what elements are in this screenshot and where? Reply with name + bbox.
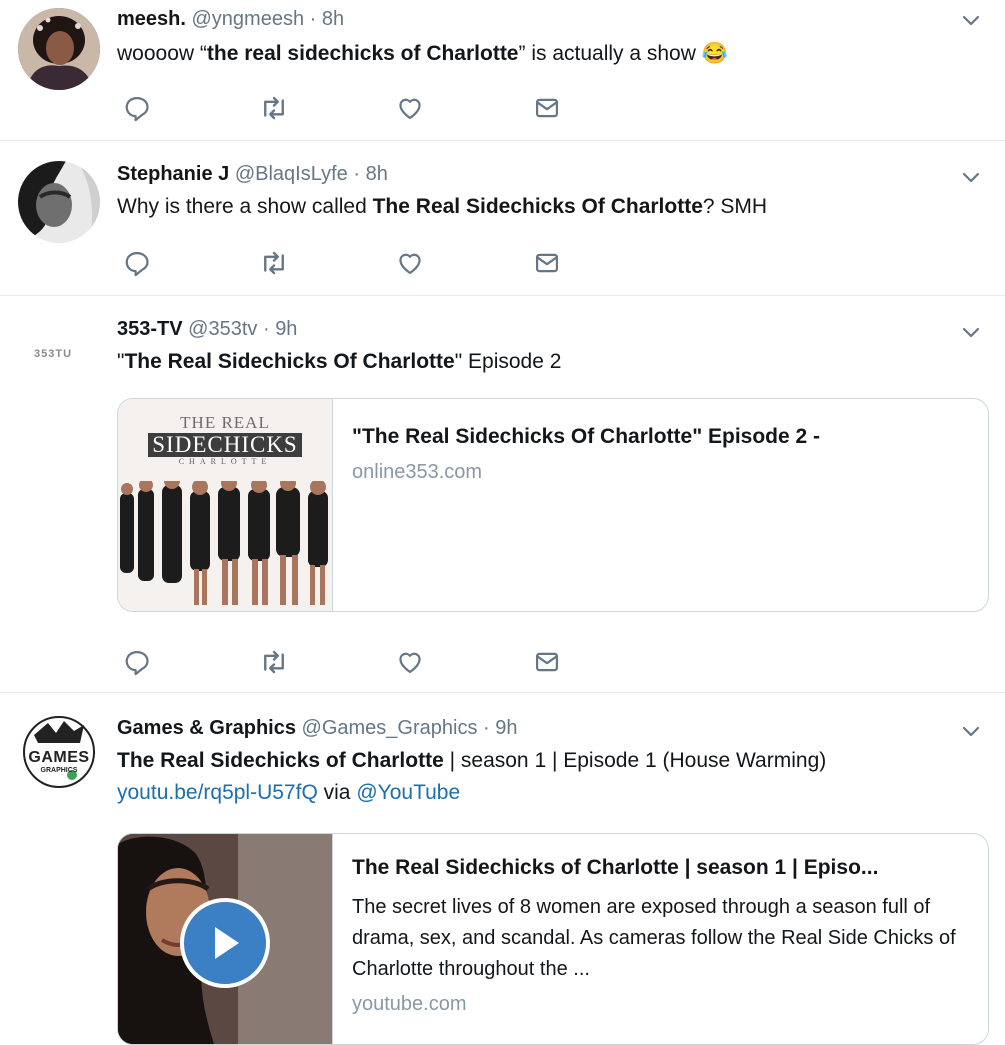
chevron-down-icon[interactable]: [959, 320, 983, 344]
tweet[interactable]: GAMES GRAPHICS Games & Graphics @Games_G…: [0, 693, 1005, 1045]
card-domain: youtube.com: [352, 993, 467, 1015]
tweet[interactable]: 353TU 353-TV @353tv · 9h "The Real Sidec…: [0, 296, 1005, 693]
separator-dot: ·: [353, 163, 361, 185]
tweet-text: The Real Sidechicks of Charlotte | seaso…: [117, 745, 985, 777]
avatar-text-graphics: GRAPHICS: [40, 767, 78, 774]
avatar[interactable]: GAMES GRAPHICS: [22, 715, 96, 789]
via-text: via: [317, 781, 357, 804]
chevron-down-icon[interactable]: [959, 719, 983, 743]
card-title[interactable]: The Real Sidechicks of Charlotte | seaso…: [352, 854, 968, 882]
envelope-icon[interactable]: [530, 247, 564, 279]
poster-title: THE REAL SIDECHICKS CHARLOTTE: [118, 413, 332, 466]
tweet-header: Games & Graphics @Games_Graphics · 9h: [117, 715, 985, 741]
tweet-text: "The Real Sidechicks Of Charlotte" Episo…: [117, 346, 985, 378]
envelope-icon[interactable]: [530, 92, 564, 124]
timestamp[interactable]: 8h: [366, 163, 388, 185]
avatar[interactable]: 353TU: [34, 348, 94, 368]
mention-link[interactable]: @YouTube: [356, 781, 460, 804]
tweet-actions: [120, 92, 580, 124]
video-card[interactable]: The Real Sidechicks of Charlotte | seaso…: [117, 833, 989, 1045]
tweet-text-bold: The Real Sidechicks Of Charlotte: [124, 350, 455, 373]
tweet-actions: [120, 247, 580, 279]
card-description: The secret lives of 8 women are exposed …: [352, 896, 956, 980]
play-icon: [215, 927, 239, 959]
tweet-text: Why is there a show called The Real Side…: [117, 191, 985, 223]
chevron-down-icon[interactable]: [959, 8, 983, 32]
cast-photo: [120, 481, 328, 605]
tweet-text-post: ? SMH: [702, 195, 768, 218]
tweet[interactable]: meesh. @yngmeesh · 8h woooow “the real s…: [0, 0, 1005, 141]
avatar[interactable]: [18, 8, 100, 90]
user-handle[interactable]: @353tv: [188, 318, 257, 340]
timestamp[interactable]: 8h: [322, 8, 344, 30]
reply-icon[interactable]: [120, 247, 154, 279]
tweet-text-post: " Episode 2: [454, 350, 562, 373]
play-button[interactable]: [180, 898, 270, 988]
retweet-icon[interactable]: [257, 646, 291, 678]
tweet-text-post: ” is actually a show: [518, 42, 696, 65]
avatar[interactable]: [18, 161, 100, 243]
display-name[interactable]: 353-TV: [117, 318, 183, 340]
separator-dot: ·: [262, 318, 270, 340]
envelope-icon[interactable]: [530, 646, 564, 678]
link-card[interactable]: THE REAL SIDECHICKS CHARLOTTE "The Real …: [117, 398, 989, 612]
tweet-header: 353-TV @353tv · 9h: [117, 316, 985, 342]
timestamp[interactable]: 9h: [275, 318, 297, 340]
separator-dot: ·: [309, 8, 317, 30]
timestamp[interactable]: 9h: [495, 717, 517, 739]
tweet-text-pre: woooow “: [117, 42, 207, 65]
tweet-link[interactable]: youtu.be/rq5pl-U57fQ: [117, 781, 318, 804]
card-domain: online353.com: [352, 461, 483, 483]
tweet-text-post: | season 1 | Episode 1 (House Warming): [443, 749, 827, 772]
display-name[interactable]: Stephanie J: [117, 163, 229, 185]
heart-icon[interactable]: [393, 92, 427, 124]
chevron-down-icon[interactable]: [959, 165, 983, 189]
poster-line-3: CHARLOTTE: [178, 457, 272, 466]
user-handle[interactable]: @BlaqIsLyfe: [235, 163, 348, 185]
tweet-text: woooow “the real sidechicks of Charlotte…: [117, 38, 985, 70]
poster-line-2: SIDECHICKS: [148, 433, 302, 457]
separator-dot: ·: [483, 717, 490, 739]
reply-icon[interactable]: [120, 646, 154, 678]
retweet-icon[interactable]: [257, 247, 291, 279]
tweet-text-pre: Why is there a show called: [117, 195, 373, 218]
avatar-photo: [18, 161, 100, 243]
card-image: THE REAL SIDECHICKS CHARLOTTE: [118, 399, 333, 611]
tweet-text-bold: The Real Sidechicks Of Charlotte: [372, 195, 703, 218]
heart-icon[interactable]: [393, 646, 427, 678]
user-handle[interactable]: @yngmeesh: [192, 8, 305, 30]
poster-line-1: THE REAL: [180, 413, 270, 432]
avatar-text-games: GAMES: [28, 749, 90, 766]
reply-icon[interactable]: [120, 92, 154, 124]
video-thumbnail[interactable]: [118, 834, 333, 1044]
laughing-emoji: 😂: [701, 42, 728, 65]
tweet-text-bold: the real sidechicks of Charlotte: [206, 42, 519, 65]
tweet-text-bold: The Real Sidechicks of Charlotte: [117, 749, 444, 772]
display-name[interactable]: Games & Graphics: [117, 717, 296, 739]
tweet-actions: [120, 646, 580, 678]
tweet-link-line: youtu.be/rq5pl-U57fQ via @YouTube: [117, 777, 985, 809]
tweet[interactable]: Stephanie J @BlaqIsLyfe · 8h Why is ther…: [0, 141, 1005, 296]
retweet-icon[interactable]: [257, 92, 291, 124]
heart-icon[interactable]: [393, 247, 427, 279]
user-handle[interactable]: @Games_Graphics: [302, 717, 478, 739]
tweet-header: meesh. @yngmeesh · 8h: [117, 6, 985, 32]
avatar-logo-text: 353TU: [34, 348, 73, 360]
timeline-feed: meesh. @yngmeesh · 8h woooow “the real s…: [0, 0, 1005, 1045]
avatar-photo: [18, 8, 100, 90]
display-name[interactable]: meesh.: [117, 8, 186, 30]
card-title[interactable]: "The Real Sidechicks Of Charlotte" Episo…: [352, 423, 968, 451]
tweet-header: Stephanie J @BlaqIsLyfe · 8h: [117, 161, 985, 187]
